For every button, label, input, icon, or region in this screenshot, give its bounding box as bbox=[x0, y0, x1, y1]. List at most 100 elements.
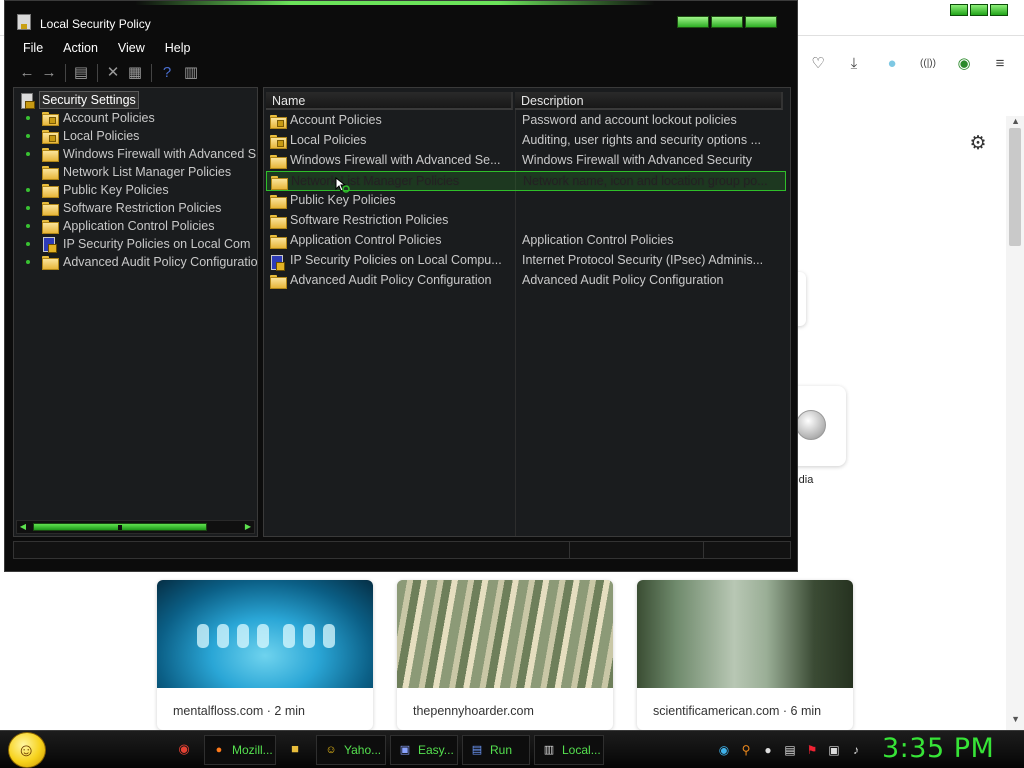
taskbar-button-local-security-policy[interactable]: ▥ Local... bbox=[534, 735, 604, 765]
window-controls bbox=[677, 16, 777, 28]
tree-item-software-restriction[interactable]: Software Restriction Policies bbox=[14, 199, 221, 217]
close-button[interactable] bbox=[745, 16, 777, 28]
minimize-button[interactable] bbox=[950, 4, 968, 16]
taskbar-button-easy[interactable]: ▣ Easy... bbox=[390, 735, 458, 765]
tree-item-label: Advanced Audit Policy Configuratio bbox=[63, 255, 258, 269]
scroll-right-icon[interactable]: ▶ bbox=[243, 522, 253, 532]
taskbar-button-run[interactable]: ▤ Run bbox=[462, 735, 530, 765]
gear-icon[interactable]: ⚙ bbox=[966, 132, 990, 156]
list-row[interactable]: Public Key Policies bbox=[266, 191, 786, 211]
tree-item-advanced-audit[interactable]: Advanced Audit Policy Configuratio bbox=[14, 253, 258, 271]
tree-item-label: IP Security Policies on Local Com bbox=[63, 237, 251, 251]
network-icon[interactable]: ▣ bbox=[826, 742, 842, 758]
show-hide-tree-icon[interactable]: ▤ bbox=[71, 63, 91, 83]
story-card[interactable]: mentalfloss.com · 2 min bbox=[157, 580, 373, 730]
expand-icon[interactable] bbox=[26, 224, 30, 228]
scroll-up-icon[interactable]: ▲ bbox=[1011, 116, 1020, 126]
network-globe-icon[interactable]: ◉ bbox=[716, 742, 732, 758]
list-row[interactable]: Advanced Audit Policy Configuration Adva… bbox=[266, 271, 786, 291]
close-button[interactable] bbox=[990, 4, 1008, 16]
menu-file[interactable]: File bbox=[13, 38, 53, 58]
forward-arrow-icon[interactable]: → bbox=[39, 63, 59, 83]
tree-item-application-control[interactable]: Application Control Policies bbox=[14, 217, 214, 235]
folder-icon bbox=[270, 215, 287, 229]
menu-view[interactable]: View bbox=[108, 38, 155, 58]
tree-horizontal-scrollbar[interactable]: ◀ ▶ bbox=[16, 520, 255, 534]
tree-item-public-key[interactable]: Public Key Policies bbox=[14, 181, 169, 199]
menu-action[interactable]: Action bbox=[53, 38, 108, 58]
row-description: Advanced Audit Policy Configuration bbox=[522, 273, 724, 287]
taskbar-clock[interactable]: 3:35 PM bbox=[882, 733, 1020, 764]
row-name: Advanced Audit Policy Configuration bbox=[290, 273, 492, 287]
expand-icon[interactable] bbox=[26, 152, 30, 156]
tree-root-security-settings[interactable]: Security Settings bbox=[14, 91, 139, 109]
action-center-flag-icon[interactable]: ⚑ bbox=[804, 742, 820, 758]
window-titlebar[interactable]: Local Security Policy bbox=[5, 5, 797, 35]
row-description: Windows Firewall with Advanced Security bbox=[522, 153, 752, 167]
scrollbar-thumb[interactable] bbox=[1009, 128, 1021, 246]
expand-icon[interactable] bbox=[26, 188, 30, 192]
tree-item-account-policies[interactable]: Account Policies bbox=[14, 109, 155, 127]
download-icon[interactable]: ⤓ bbox=[844, 54, 864, 74]
taskbar-button-label: Mozill... bbox=[232, 743, 273, 757]
story-card[interactable]: scientificamerican.com · 6 min bbox=[637, 580, 853, 730]
back-arrow-icon[interactable]: ← bbox=[17, 63, 37, 83]
folder-lock-icon bbox=[42, 130, 59, 144]
help-icon[interactable]: ? bbox=[157, 63, 177, 83]
expand-icon[interactable] bbox=[26, 134, 30, 138]
list-row[interactable]: Local Policies Auditing, user rights and… bbox=[266, 131, 786, 151]
scroll-left-icon[interactable]: ◀ bbox=[18, 522, 28, 532]
notes-icon[interactable]: ▤ bbox=[782, 742, 798, 758]
column-header-description[interactable]: Description bbox=[515, 92, 783, 110]
list-row[interactable]: Account Policies Password and account lo… bbox=[266, 111, 786, 131]
delete-icon[interactable]: ✕ bbox=[103, 63, 123, 83]
expand-icon[interactable] bbox=[26, 206, 30, 210]
menu-help[interactable]: Help bbox=[155, 38, 201, 58]
taskbar-button-firefox[interactable]: ● Mozill... bbox=[204, 735, 276, 765]
toolbar: ← → ▤ ✕ ▦ ? ▥ bbox=[15, 61, 791, 85]
minimize-button[interactable] bbox=[677, 16, 709, 28]
messenger-tray-icon[interactable]: ● bbox=[760, 742, 776, 758]
tree-item-local-policies[interactable]: Local Policies bbox=[14, 127, 139, 145]
maximize-button[interactable] bbox=[711, 16, 743, 28]
expand-icon[interactable] bbox=[26, 260, 30, 264]
details-list: Name Description Account Policies Passwo… bbox=[263, 87, 791, 537]
extension-flag-icon[interactable]: ● bbox=[882, 54, 902, 74]
chrome-icon[interactable]: ◉ bbox=[175, 740, 193, 758]
expand-icon[interactable] bbox=[26, 116, 30, 120]
taskbar-button-label: Yaho... bbox=[344, 743, 382, 757]
tree-item-ip-security[interactable]: IP Security Policies on Local Com bbox=[14, 235, 250, 253]
dental-xray-image bbox=[157, 580, 373, 688]
security-settings-icon bbox=[20, 92, 35, 109]
scroll-down-icon[interactable]: ▼ bbox=[1011, 714, 1020, 724]
maximize-button[interactable] bbox=[970, 4, 988, 16]
row-name: Public Key Policies bbox=[290, 193, 396, 207]
tree-item-windows-firewall[interactable]: Windows Firewall with Advanced S bbox=[14, 145, 256, 163]
tree-item-network-list-manager[interactable]: Network List Manager Policies bbox=[14, 163, 231, 181]
money-stacks-image bbox=[397, 580, 613, 688]
row-name: Local Policies bbox=[290, 133, 367, 147]
menu-icon[interactable]: ≡ bbox=[990, 54, 1010, 74]
row-name: IP Security Policies on Local Compu... bbox=[290, 253, 502, 267]
list-row[interactable]: Windows Firewall with Advanced Se... Win… bbox=[266, 151, 786, 171]
start-button[interactable]: ☺ bbox=[8, 732, 46, 768]
file-explorer-icon[interactable]: ■ bbox=[286, 740, 304, 758]
folder-icon bbox=[42, 256, 59, 270]
story-card[interactable]: thepennyhoarder.com bbox=[397, 580, 613, 730]
expand-icon[interactable] bbox=[26, 242, 30, 246]
search-icon[interactable]: ⚲ bbox=[738, 742, 754, 758]
list-row[interactable]: Software Restriction Policies bbox=[266, 211, 786, 231]
volume-icon[interactable]: ♪ bbox=[848, 742, 864, 758]
export-list-icon[interactable]: ▦ bbox=[125, 63, 145, 83]
properties-icon[interactable]: ▥ bbox=[181, 63, 201, 83]
list-row[interactable]: IP Security Policies on Local Compu... I… bbox=[266, 251, 786, 271]
extension-globe-icon[interactable]: ◉ bbox=[954, 54, 974, 74]
pocket-icon[interactable]: ♡ bbox=[808, 54, 828, 74]
extension-wave-icon[interactable]: ((|)) bbox=[918, 54, 938, 74]
list-row[interactable]: Application Control Policies Application… bbox=[266, 231, 786, 251]
scrollbar-grip bbox=[118, 525, 122, 530]
column-header-name[interactable]: Name bbox=[266, 92, 513, 110]
scrollbar-thumb[interactable] bbox=[33, 523, 207, 531]
browser-toolbar: ♡ ⤓ ● ((|)) ◉ ≡ bbox=[796, 44, 1024, 84]
taskbar-button-yahoo[interactable]: ☺ Yaho... bbox=[316, 735, 386, 765]
